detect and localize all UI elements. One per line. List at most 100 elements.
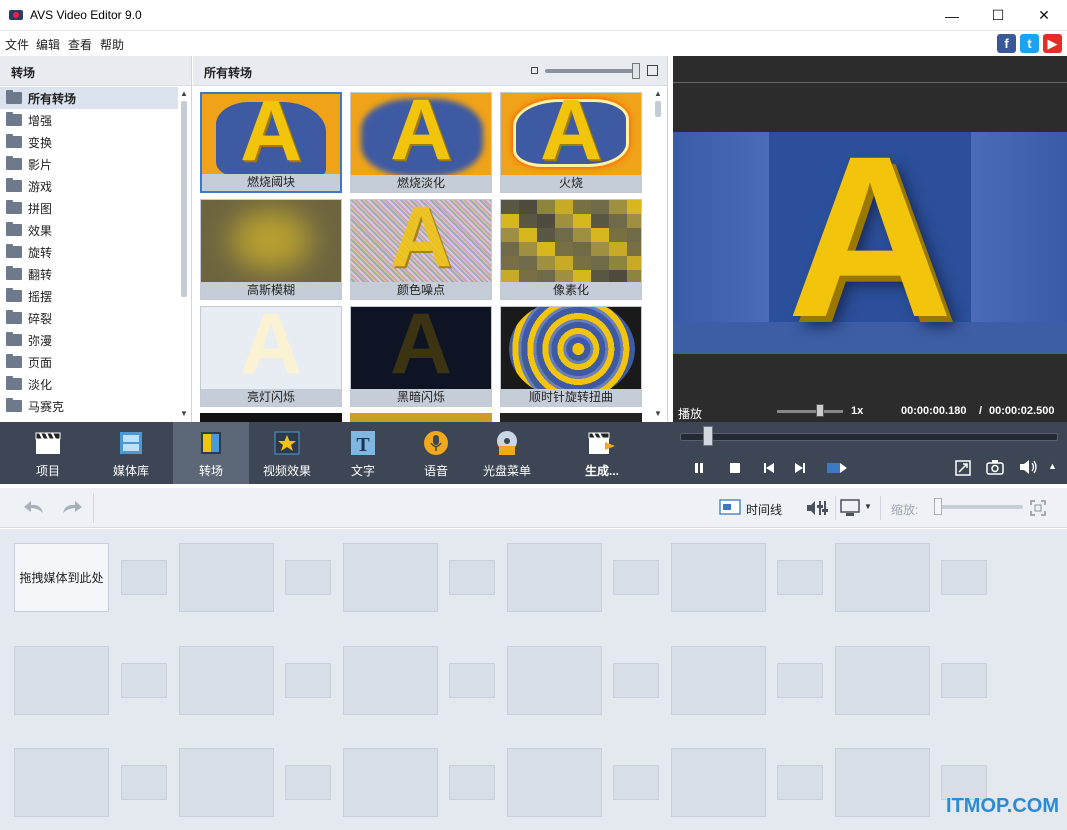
- timeline-toggle-label[interactable]: 时间线: [746, 501, 782, 518]
- minimize-button[interactable]: —: [929, 0, 975, 31]
- transition-slot[interactable]: [449, 560, 495, 595]
- speed-slider-handle[interactable]: [816, 404, 824, 417]
- transition-tile-partial[interactable]: [200, 413, 342, 422]
- transition-tile[interactable]: A 黑暗闪烁: [350, 306, 492, 407]
- toolbar-button-text[interactable]: T 文字: [325, 422, 401, 484]
- toolbar-button-microphone[interactable]: 语音: [398, 422, 474, 484]
- storyboard-slot[interactable]: [14, 748, 109, 817]
- category-item[interactable]: 拼图: [0, 197, 178, 219]
- zoom-slider[interactable]: [937, 505, 1023, 509]
- transitions-scrollbar[interactable]: ▲ ▼: [652, 87, 666, 421]
- toolbar-button-clapper[interactable]: 项目: [10, 422, 86, 484]
- category-item[interactable]: 页面: [0, 351, 178, 373]
- pause-icon[interactable]: [693, 462, 705, 474]
- category-item[interactable]: 旋转: [0, 241, 178, 263]
- storyboard-slot[interactable]: [179, 543, 274, 612]
- zoom-slider-handle[interactable]: [934, 498, 942, 515]
- transition-tile[interactable]: A 亮灯闪烁: [200, 306, 342, 407]
- previous-frame-icon[interactable]: [763, 462, 775, 474]
- fit-zoom-icon[interactable]: [1030, 500, 1046, 516]
- menu-file[interactable]: 文件: [5, 36, 29, 53]
- category-item[interactable]: 效果: [0, 219, 178, 241]
- detach-preview-icon[interactable]: [955, 460, 971, 476]
- storyboard-slot[interactable]: [343, 646, 438, 715]
- category-item[interactable]: 碎裂: [0, 307, 178, 329]
- category-item[interactable]: 马赛克: [0, 395, 178, 417]
- redo-icon[interactable]: [59, 500, 83, 516]
- menu-help[interactable]: 帮助: [100, 36, 124, 53]
- volume-icon[interactable]: [1019, 459, 1039, 475]
- category-item[interactable]: 淡化: [0, 373, 178, 395]
- small-size-icon[interactable]: [531, 67, 538, 74]
- toolbar-button-produce[interactable]: 生成...: [564, 422, 640, 484]
- drop-media-slot[interactable]: 拖拽媒体到此处: [14, 543, 109, 612]
- storyboard-slot[interactable]: [179, 748, 274, 817]
- storyboard-slot[interactable]: [507, 646, 602, 715]
- scroll-up-icon[interactable]: ▲: [653, 89, 663, 99]
- scroll-thumb[interactable]: [655, 101, 661, 117]
- storyboard-area[interactable]: 拖拽媒体到此处 ITMOP.COM: [0, 529, 1067, 830]
- transition-slot[interactable]: [449, 663, 495, 698]
- next-frame-icon[interactable]: [794, 462, 806, 474]
- transition-slot[interactable]: [613, 663, 659, 698]
- storyboard-slot[interactable]: [671, 646, 766, 715]
- category-item[interactable]: 弥漫: [0, 329, 178, 351]
- transition-tile-partial[interactable]: [500, 413, 642, 422]
- transition-slot[interactable]: [121, 663, 167, 698]
- thumbnail-size-handle[interactable]: [632, 63, 640, 79]
- transition-tile[interactable]: A 颜色噪点: [350, 199, 492, 300]
- storyboard-slot[interactable]: [14, 646, 109, 715]
- transition-slot[interactable]: [285, 560, 331, 595]
- category-item[interactable]: 摇摆: [0, 285, 178, 307]
- toolbar-button-film[interactable]: 媒体库: [93, 422, 169, 484]
- transition-slot[interactable]: [121, 765, 167, 800]
- storyboard-slot[interactable]: [835, 748, 930, 817]
- close-button[interactable]: ✕: [1021, 0, 1067, 31]
- youtube-icon[interactable]: ▶: [1043, 34, 1062, 53]
- monitor-icon[interactable]: [840, 499, 860, 517]
- maximize-button[interactable]: ☐: [975, 0, 1021, 31]
- transition-tile[interactable]: A 燃烧淡化: [350, 92, 492, 193]
- transition-slot[interactable]: [941, 663, 987, 698]
- transition-slot[interactable]: [613, 765, 659, 800]
- storyboard-slot[interactable]: [507, 543, 602, 612]
- storyboard-slot[interactable]: [671, 543, 766, 612]
- menu-view[interactable]: 查看: [68, 36, 92, 53]
- transition-tile[interactable]: 高斯模糊: [200, 199, 342, 300]
- storyboard-slot[interactable]: [835, 646, 930, 715]
- category-scrollbar[interactable]: ▲ ▼: [178, 87, 191, 421]
- timeline-view-icon[interactable]: [719, 499, 741, 517]
- transition-slot[interactable]: [777, 663, 823, 698]
- storyboard-slot[interactable]: [343, 543, 438, 612]
- scroll-up-icon[interactable]: ▲: [179, 89, 189, 99]
- thumbnail-size-slider[interactable]: [545, 69, 635, 73]
- transition-slot[interactable]: [121, 560, 167, 595]
- category-item[interactable]: 影片: [0, 153, 178, 175]
- snapshot-icon[interactable]: [986, 459, 1004, 475]
- menu-edit[interactable]: 编辑: [36, 36, 60, 53]
- storyboard-slot[interactable]: [507, 748, 602, 817]
- transition-slot[interactable]: [285, 663, 331, 698]
- monitor-dropdown-icon[interactable]: ▼: [864, 502, 872, 511]
- storyboard-slot[interactable]: [343, 748, 438, 817]
- transition-tile[interactable]: A 火烧: [500, 92, 642, 193]
- storyboard-slot[interactable]: [835, 543, 930, 612]
- transition-slot[interactable]: [285, 765, 331, 800]
- toolbar-button-star[interactable]: 视频效果: [249, 422, 325, 484]
- transition-tile[interactable]: A 燃烧阈块: [200, 92, 342, 193]
- category-item[interactable]: 游戏: [0, 175, 178, 197]
- audio-mixer-icon[interactable]: [806, 499, 830, 517]
- speed-slider[interactable]: [777, 410, 843, 413]
- seek-bar[interactable]: [680, 433, 1058, 441]
- transition-slot[interactable]: [777, 560, 823, 595]
- transition-slot[interactable]: [941, 560, 987, 595]
- transition-tile[interactable]: 顺时针旋转扭曲: [500, 306, 642, 407]
- scroll-down-icon[interactable]: ▼: [653, 409, 663, 419]
- category-item[interactable]: 翻转: [0, 263, 178, 285]
- seek-handle[interactable]: [703, 426, 713, 446]
- fullscreen-play-icon[interactable]: [826, 460, 848, 476]
- toolbar-button-disc[interactable]: 光盘菜单: [469, 422, 545, 484]
- transition-tile[interactable]: 像素化: [500, 199, 642, 300]
- facebook-icon[interactable]: f: [997, 34, 1016, 53]
- undo-icon[interactable]: [23, 500, 47, 516]
